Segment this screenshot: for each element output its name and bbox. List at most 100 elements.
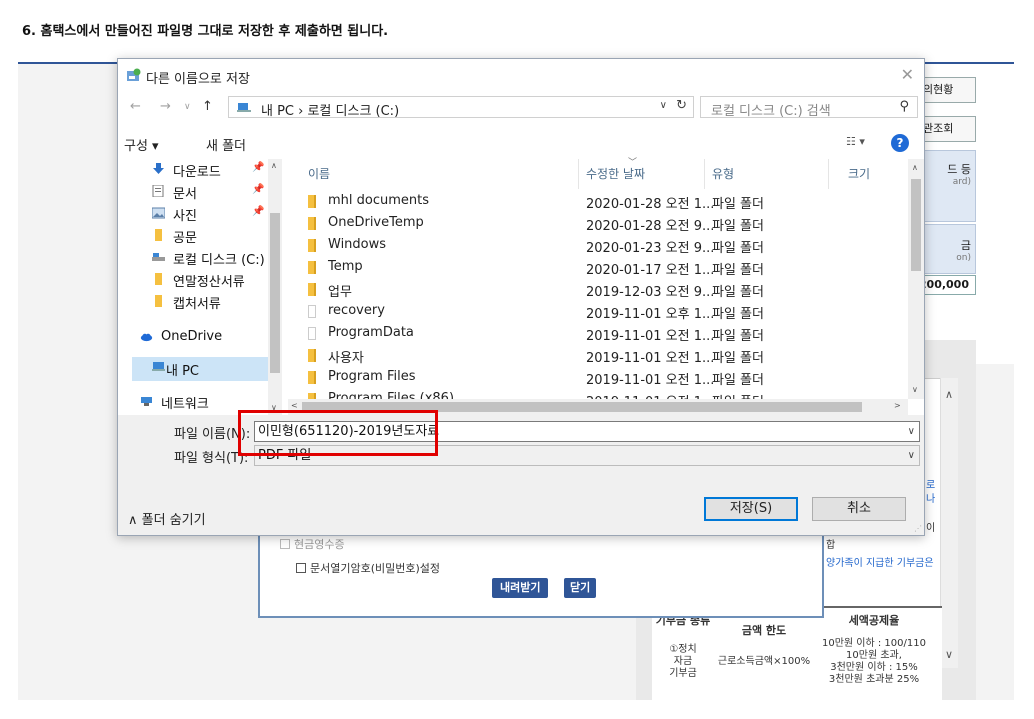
file-row[interactable]: 사용자 2019-11-01 오전 1... 파일 폴더	[288, 345, 908, 367]
column-header-date[interactable]: 수정한 날짜	[586, 159, 645, 189]
computer-icon	[152, 362, 165, 371]
file-date: 2020-01-17 오전 1...	[586, 263, 715, 278]
address-bar[interactable]: 내 PC › 로컬 디스크 (C:) ∨ ↻	[228, 96, 694, 119]
file-row[interactable]: Temp 2020-01-17 오전 1... 파일 폴더	[288, 257, 908, 279]
filename-dropdown-icon[interactable]: ∨	[908, 422, 915, 441]
file-row[interactable]: 업무 2019-12-03 오전 9... 파일 폴더	[288, 279, 908, 301]
column-header-size[interactable]: 크기	[848, 159, 870, 189]
bg-lookup-button[interactable]: 관조회	[920, 116, 976, 142]
file-type: 파일 폴더	[712, 307, 764, 322]
file-list-hscroll-thumb[interactable]	[302, 402, 862, 412]
file-date: 2019-11-01 오후 1...	[586, 307, 715, 322]
file-list-scroll-thumb[interactable]	[911, 179, 921, 271]
address-dropdown-icon[interactable]: ∨	[660, 100, 667, 111]
address-path: 내 PC › 로컬 디스크 (C:)	[261, 104, 400, 119]
bg-scrollbar[interactable]: ∧ ∨	[940, 378, 958, 668]
file-list-vertical-scrollbar[interactable]: ∧ ∨	[908, 159, 924, 399]
file-type: 파일 폴더	[712, 373, 764, 388]
filename-input[interactable]: 이민형(651120)-2019년도자료 ∨	[254, 421, 920, 442]
bg-deduction-table: 기부금 종류 금액 한도 세액공제율 ①정치 자금 기부금 근로소득금액×100…	[652, 606, 942, 700]
up-arrow-icon[interactable]: ↑	[202, 99, 213, 114]
scroll-up-icon[interactable]: ∧	[945, 388, 953, 401]
nav-label: 다운로드	[173, 165, 221, 180]
nav-label: 사진	[173, 209, 197, 224]
folder-icon	[308, 217, 316, 230]
file-type: 파일 폴더	[712, 219, 764, 234]
pin-icon[interactable]: 📌	[252, 184, 264, 195]
nav-label: 캡처서류	[173, 297, 221, 312]
nav-item-this-pc[interactable]: 내 PC	[132, 357, 268, 381]
nav-item-year-end-docs[interactable]: 연말정산서류	[118, 269, 268, 291]
column-separator[interactable]	[704, 159, 705, 189]
pin-icon[interactable]: 📌	[252, 162, 264, 173]
nav-item-documents[interactable]: 문서 📌	[118, 181, 268, 203]
file-row[interactable]: recovery 2019-11-01 오후 1... 파일 폴더	[288, 301, 908, 323]
organize-button[interactable]: 구성 ▾	[124, 135, 159, 154]
view-options-icon[interactable]: ☷ ▾	[846, 135, 865, 148]
nav-scroll-thumb[interactable]	[270, 213, 280, 373]
local-disk-icon	[152, 253, 165, 261]
scroll-up-icon[interactable]: ∧	[912, 163, 918, 172]
file-row[interactable]: Program Files (x86) 2019-11-01 오전 1... 파…	[288, 389, 908, 399]
nav-pane-scrollbar[interactable]: ∧ ∨	[268, 159, 282, 415]
nav-item-network[interactable]: 네트워크	[118, 391, 268, 413]
filetype-select[interactable]: PDF 파일 ∨	[254, 445, 920, 466]
nav-item-capture-docs[interactable]: 캡처서류	[118, 291, 268, 313]
close-download-button[interactable]: 닫기	[564, 578, 597, 598]
recent-locations-chevron-icon[interactable]: ∨	[184, 102, 191, 112]
new-folder-button[interactable]: 새 폴더	[206, 135, 246, 154]
bg-side-link[interactable]: 양가족이 지급한 기부금은	[826, 554, 934, 569]
search-box[interactable]: 로컬 디스크 (C:) 검색 ⚲	[700, 96, 918, 119]
folder-icon	[308, 371, 316, 384]
download-button[interactable]: 내려받기	[492, 578, 549, 598]
bg-password-row: 문서열기암호(비밀번호)설정	[296, 560, 440, 576]
scroll-down-icon[interactable]: ∨	[912, 385, 918, 394]
scroll-down-icon[interactable]: ∨	[945, 648, 953, 661]
scroll-down-icon[interactable]: ∨	[271, 403, 277, 412]
nav-item-pictures[interactable]: 사진 📌	[118, 203, 268, 225]
column-header-name[interactable]: 이름	[308, 159, 330, 189]
resize-grip-icon[interactable]: ⋰	[914, 524, 922, 533]
save-button[interactable]: 저장(S)	[704, 497, 798, 521]
refresh-icon[interactable]: ↻	[676, 98, 687, 113]
bg-status-button[interactable]: 의현황	[920, 77, 976, 103]
nav-item-downloads[interactable]: 다운로드 📌	[118, 159, 268, 181]
password-checkbox[interactable]	[296, 563, 306, 573]
nav-item-local-disk[interactable]: 로컬 디스크 (C:)	[118, 247, 268, 269]
nav-item-gongmun[interactable]: 공문	[118, 225, 268, 247]
bg-table-header-limit: 금액 한도	[741, 624, 787, 637]
scroll-up-icon[interactable]: ∧	[271, 161, 277, 170]
file-row[interactable]: Program Files 2019-11-01 오전 1... 파일 폴더	[288, 367, 908, 389]
search-icon[interactable]: ⚲	[899, 99, 909, 114]
bg-side-text-3: 이	[926, 523, 936, 534]
file-name: Windows	[328, 237, 387, 252]
file-row[interactable]: ProgramData 2019-11-01 오전 1... 파일 폴더	[288, 323, 908, 345]
close-icon[interactable]: ✕	[901, 65, 914, 84]
file-row[interactable]: mhl documents 2020-01-28 오전 1... 파일 폴더	[288, 191, 908, 213]
instruction-heading: 6. 홈택스에서 만들어진 파일명 그대로 저장한 후 제출하면 됩니다.	[22, 24, 389, 39]
hide-folders-toggle[interactable]: ∧ 폴더 숨기기	[128, 509, 206, 528]
dialog-titlebar[interactable]: 다른 이름으로 저장 ✕	[118, 59, 924, 93]
forward-arrow-icon[interactable]: →	[160, 99, 171, 114]
bg-table-cell-rate: 10만원 이하 : 100/110 10만원 초과, 3천만원 이하 : 15%…	[822, 638, 926, 685]
nav-item-onedrive[interactable]: OneDrive	[118, 327, 268, 349]
bg-side-text-2: 나	[926, 494, 936, 505]
bg-cash-receipt-row: 현금영수증	[280, 536, 345, 552]
file-row[interactable]: Windows 2020-01-23 오전 9... 파일 폴더	[288, 235, 908, 257]
column-separator[interactable]	[828, 159, 829, 189]
scroll-left-icon[interactable]: <	[291, 401, 298, 410]
folder-icon	[308, 305, 316, 318]
column-header-type[interactable]: 유형	[712, 159, 734, 189]
help-icon[interactable]: ?	[891, 134, 909, 152]
back-arrow-icon[interactable]: ←	[130, 99, 141, 114]
column-separator[interactable]	[578, 159, 579, 189]
cancel-button[interactable]: 취소	[812, 497, 906, 521]
filename-label: 파일 이름(N):	[174, 427, 251, 442]
scroll-right-icon[interactable]: >	[894, 401, 901, 410]
file-row[interactable]: OneDriveTemp 2020-01-28 오전 9... 파일 폴더	[288, 213, 908, 235]
filetype-dropdown-icon[interactable]: ∨	[908, 446, 915, 465]
cash-receipt-checkbox[interactable]	[280, 539, 290, 549]
file-list-horizontal-scrollbar[interactable]: < >	[288, 399, 908, 415]
file-date: 2019-11-01 오전 1...	[586, 373, 715, 388]
pin-icon[interactable]: 📌	[252, 206, 264, 217]
